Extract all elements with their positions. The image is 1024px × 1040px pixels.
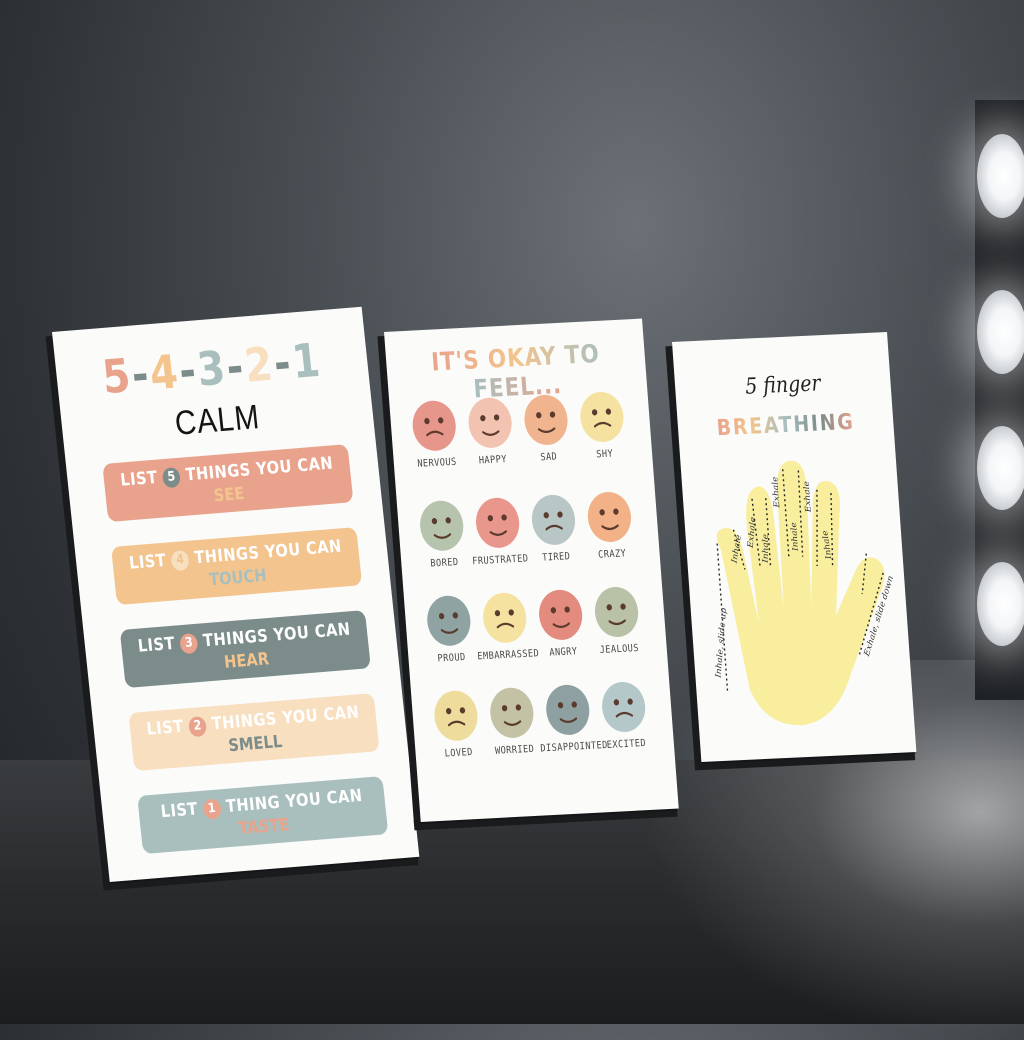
- emotion-label: HAPPY: [478, 454, 508, 467]
- breathing-subtitle: 5 finger: [744, 371, 822, 400]
- emoji-face-icon: [476, 497, 520, 548]
- stage-light: [977, 290, 1024, 374]
- count-badge: 4: [170, 549, 191, 572]
- stage-light: [977, 134, 1024, 218]
- count-badge: 1: [202, 798, 222, 820]
- emotion-label: JEALOUS: [599, 642, 640, 657]
- emotion-item: WORRIED: [480, 685, 545, 757]
- emotion-label: NERVOUS: [416, 456, 458, 470]
- list-word: LIST: [159, 799, 199, 823]
- sense-item-see: LIST 5 THINGS YOU CAN SEE: [102, 444, 354, 523]
- emoji-face-icon: [531, 494, 576, 545]
- emotion-label: PROUD: [437, 652, 467, 665]
- stage-light: [977, 562, 1024, 646]
- emoji-face-icon: [483, 592, 527, 643]
- emotion-item: LOVED: [424, 688, 489, 760]
- list-word: LIST: [119, 467, 159, 491]
- sense-item-hear: LIST 3 THINGS YOU CAN HEAR: [119, 610, 371, 689]
- emotion-item: NERVOUS: [402, 398, 467, 470]
- sense-item-taste: LIST 1 THING YOU CAN TASTE: [137, 776, 389, 855]
- list-word: LIST: [128, 550, 168, 574]
- list-word: LIST: [145, 716, 185, 740]
- emotion-item: DISAPPOINTED: [536, 682, 609, 755]
- emotion-item: SAD: [514, 392, 579, 464]
- emotion-grid: NERVOUS HAPPY SAD SHY BORED FRUSTRATED TIRED CR…: [384, 319, 647, 759]
- emotion-label: SHY: [595, 448, 614, 461]
- emotion-label: LOVED: [444, 747, 474, 760]
- stage-light: [977, 426, 1024, 510]
- emoji-face-icon: [434, 690, 478, 741]
- emoji-face-icon: [412, 400, 456, 451]
- digit: 1: [289, 332, 325, 389]
- emotion-label: DISAPPOINTED: [540, 739, 609, 755]
- inhale-label: Inhale: [761, 533, 771, 564]
- emotion-item: PROUD: [417, 593, 482, 665]
- emoji-face-icon: [468, 397, 512, 448]
- emotion-label: WORRIED: [494, 743, 535, 757]
- emoji-face-icon: [539, 589, 583, 640]
- emotion-item: JEALOUS: [584, 584, 649, 656]
- emotion-item: EMBARRASSED: [473, 590, 540, 663]
- count-badge: 2: [188, 715, 208, 738]
- emotion-item: ANGRY: [529, 587, 594, 659]
- emotion-item: FRUSTRATED: [466, 495, 531, 567]
- breathing-title: BREATHING: [715, 409, 856, 442]
- emotion-label: BORED: [430, 557, 459, 570]
- list-word: LIST: [136, 633, 176, 657]
- emoji-face-icon: [587, 491, 631, 543]
- emotion-item: EXCITED: [592, 679, 657, 751]
- emotion-item: HAPPY: [458, 395, 523, 467]
- emotion-item: SHY: [570, 389, 635, 461]
- stage-light-rack: [975, 100, 1024, 700]
- sense-item-touch: LIST 4 THINGS YOU CAN TOUCH: [111, 527, 363, 606]
- emoji-face-icon: [490, 687, 534, 738]
- emoji-face-icon: [580, 391, 624, 443]
- emoji-face-icon: [427, 595, 471, 646]
- emotion-label: ANGRY: [548, 646, 578, 659]
- emotion-label: EMBARRASSED: [477, 648, 540, 663]
- emoji-face-icon: [524, 394, 568, 445]
- emotion-item: CRAZY: [577, 489, 642, 561]
- emotion-label: EXCITED: [606, 737, 647, 752]
- emoji-face-icon: [602, 681, 646, 733]
- count-badge: 5: [162, 466, 182, 489]
- emoji-face-icon: [546, 684, 590, 735]
- emotion-item: TIRED: [521, 492, 586, 564]
- emotion-label: CRAZY: [597, 548, 627, 561]
- emotion-item: BORED: [410, 498, 475, 570]
- emotion-label: FRUSTRATED: [471, 553, 529, 568]
- sense-item-smell: LIST 2 THINGS YOU CAN SMELL: [128, 693, 380, 772]
- count-badge: 3: [179, 632, 199, 655]
- emoji-face-icon: [594, 586, 639, 638]
- emoji-face-icon: [420, 500, 464, 551]
- emotion-label: SAD: [539, 451, 558, 464]
- emotion-label: TIRED: [541, 551, 571, 564]
